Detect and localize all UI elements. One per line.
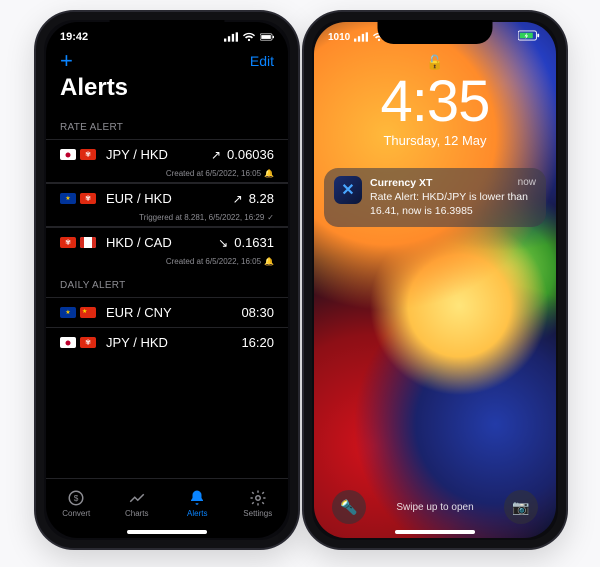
flag-icon xyxy=(80,237,96,248)
carrier-name: 1010 xyxy=(328,32,350,43)
notification-app-name: Currency XT xyxy=(370,176,432,190)
nav-bar: + Edit xyxy=(46,52,288,70)
daily-row[interactable]: EUR / CNY 08:30 xyxy=(46,297,288,327)
pair-label: EUR / HKD xyxy=(106,191,233,206)
rate-row[interactable]: EUR / HKD ↗ 8.28 xyxy=(46,183,288,213)
time-value: 16:20 xyxy=(241,335,274,350)
rate-list: JPY / HKD ↗ 0.06036 Created at 6/5/2022,… xyxy=(46,139,288,270)
battery-icon xyxy=(260,32,274,42)
flag-icon xyxy=(60,237,76,248)
pair-label: HKD / CAD xyxy=(106,235,218,250)
bell-icon: 🔔 xyxy=(264,169,274,178)
flag-icon xyxy=(60,337,76,348)
status-time: 19:42 xyxy=(60,31,88,43)
signal-icon xyxy=(224,32,238,42)
lock-screen: 1010 🔓 4:35 Thursday, 12 May ✕ xyxy=(314,22,556,538)
tab-label: Settings xyxy=(243,509,272,518)
rate-meta: Created at 6/5/2022, 16:05 🔔 xyxy=(46,169,288,183)
add-button[interactable]: + xyxy=(60,50,73,72)
tab-label: Alerts xyxy=(187,509,207,518)
flashlight-button[interactable]: 🔦 xyxy=(332,490,366,524)
tab-settings[interactable]: Settings xyxy=(233,489,283,518)
bell-icon: 🔔 xyxy=(264,257,274,266)
tab-alerts[interactable]: Alerts xyxy=(172,489,222,518)
daily-list: EUR / CNY 08:30 JPY / HKD 16:20 xyxy=(46,297,288,357)
app-icon: ✕ xyxy=(334,176,362,204)
flag-icon xyxy=(80,337,96,348)
bell-icon xyxy=(187,489,207,507)
flag-icon xyxy=(80,193,96,204)
home-indicator[interactable] xyxy=(395,530,475,534)
charts-icon xyxy=(127,489,147,507)
flag-icon xyxy=(60,307,76,318)
tab-label: Convert xyxy=(62,509,90,518)
time-value: 08:30 xyxy=(241,305,274,320)
flag-icon xyxy=(60,193,76,204)
flag-icon xyxy=(80,307,96,318)
page-title: Alerts xyxy=(46,70,288,112)
edit-button[interactable]: Edit xyxy=(250,53,274,69)
notification-time: now xyxy=(518,176,536,190)
flashlight-icon: 🔦 xyxy=(340,499,357,516)
app-icon-glyph: ✕ xyxy=(341,180,354,200)
lock-time: 4:35 xyxy=(381,73,490,131)
tab-label: Charts xyxy=(125,509,149,518)
app-screen: 19:42 + Edit Alerts RATE ALERT xyxy=(46,22,288,538)
notch xyxy=(378,20,493,44)
home-indicator[interactable] xyxy=(127,530,207,534)
rate-meta: Triggered at 8.281, 6/5/2022, 16:29 ✓ xyxy=(46,213,288,227)
rate-row[interactable]: JPY / HKD ↗ 0.06036 xyxy=(46,139,288,169)
notification-body: Rate Alert: HKD/JPY is lower than 16.41,… xyxy=(370,190,536,218)
section-label-rate: RATE ALERT xyxy=(46,112,288,139)
meta-text: Triggered at 8.281, 6/5/2022, 16:29 xyxy=(139,213,264,222)
tab-convert[interactable]: $ Convert xyxy=(51,489,101,518)
arrow-up-icon: ↗ xyxy=(233,192,243,206)
section-label-daily: DAILY ALERT xyxy=(46,270,288,297)
rate-value: 0.06036 xyxy=(227,147,274,162)
lock-date: Thursday, 12 May xyxy=(383,133,486,148)
rate-value: 0.1631 xyxy=(234,235,274,250)
arrow-down-icon: ↘ xyxy=(218,236,228,250)
swipe-label: Swipe up to open xyxy=(396,502,473,513)
arrow-up-icon: ↗ xyxy=(211,148,221,162)
flag-icon xyxy=(80,149,96,160)
tab-charts[interactable]: Charts xyxy=(112,489,162,518)
notch xyxy=(110,20,225,44)
phone-right-lockscreen: 1010 🔓 4:35 Thursday, 12 May ✕ xyxy=(302,10,568,550)
meta-text: Created at 6/5/2022, 16:05 xyxy=(166,169,261,178)
pair-label: JPY / HKD xyxy=(106,335,241,350)
tab-bar: $ Convert Charts Alerts Settin xyxy=(46,478,288,538)
signal-icon xyxy=(354,32,368,42)
camera-button[interactable]: 📷 xyxy=(504,490,538,524)
battery-charging-icon xyxy=(518,30,542,44)
convert-icon: $ xyxy=(66,489,86,507)
flag-icon xyxy=(60,149,76,160)
svg-text:$: $ xyxy=(74,494,79,503)
check-icon: ✓ xyxy=(267,213,274,222)
phone-left-app: 19:42 + Edit Alerts RATE ALERT xyxy=(34,10,300,550)
daily-row[interactable]: JPY / HKD 16:20 xyxy=(46,327,288,357)
gear-icon xyxy=(248,489,268,507)
lock-area: 🔓 4:35 Thursday, 12 May xyxy=(314,52,556,148)
rate-row[interactable]: HKD / CAD ↘ 0.1631 xyxy=(46,227,288,257)
rate-value: 8.28 xyxy=(249,191,274,206)
camera-icon: 📷 xyxy=(512,499,529,516)
pair-label: JPY / HKD xyxy=(106,147,211,162)
notification-card[interactable]: ✕ Currency XT now Rate Alert: HKD/JPY is… xyxy=(324,168,546,227)
rate-meta: Created at 6/5/2022, 16:05 🔔 xyxy=(46,257,288,270)
pair-label: EUR / CNY xyxy=(106,305,241,320)
meta-text: Created at 6/5/2022, 16:05 xyxy=(166,257,261,266)
wifi-icon xyxy=(242,32,256,42)
